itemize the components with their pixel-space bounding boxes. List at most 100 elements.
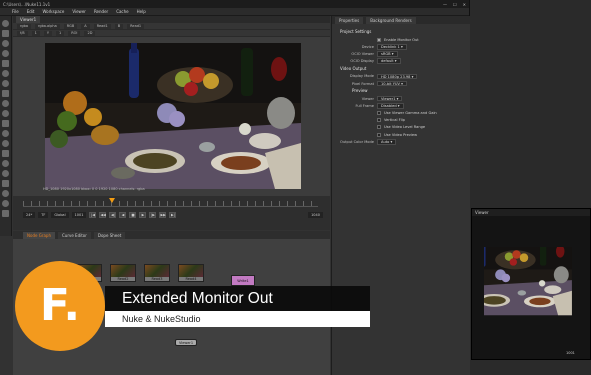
end-frame-field[interactable]: 1040: [308, 211, 323, 218]
property-dropdown[interactable]: 10-bit YUV ▾: [377, 80, 407, 87]
tab-curve-editor[interactable]: Curve Editor: [57, 231, 91, 239]
draw-tool-icon[interactable]: [2, 30, 9, 37]
playhead-marker[interactable]: [109, 198, 115, 203]
read-node-4[interactable]: Read4: [178, 264, 204, 282]
properties-row: OCIO Display default ▾: [338, 58, 466, 65]
filter-tool-icon[interactable]: [2, 70, 9, 77]
next-keyframe-button[interactable]: ▶▶: [159, 211, 167, 218]
minimize-button[interactable]: —: [443, 2, 447, 7]
write-node[interactable]: Write1: [231, 275, 255, 286]
property-checkbox-label: Use Video Preview: [384, 132, 418, 137]
fps-field[interactable]: 24*: [23, 211, 36, 218]
menu-viewer[interactable]: Viewer: [72, 9, 86, 14]
menu-cache[interactable]: Cache: [116, 9, 128, 14]
current-frame-field[interactable]: 1001: [71, 211, 87, 218]
input-a-dropdown[interactable]: Read1: [93, 23, 111, 29]
properties-row: Output Color Mode Auto ▾: [338, 138, 466, 145]
channel-tool-icon[interactable]: [2, 50, 9, 57]
image-tool-icon[interactable]: [2, 20, 9, 27]
property-dropdown[interactable]: HD 1080p 23.98 ▾: [377, 73, 418, 80]
gamma-label: Y: [43, 30, 53, 36]
property-checkbox[interactable]: [377, 132, 381, 137]
toolsets-tool-icon[interactable]: [2, 160, 9, 167]
menu-render[interactable]: Render: [94, 9, 108, 14]
properties-row: Device Decklink 1 ▾: [338, 43, 466, 50]
furnace-tool-icon[interactable]: [2, 180, 9, 187]
property-dropdown[interactable]: Disabled ▾: [377, 103, 404, 109]
timeline-bar: 24* TF Global 1001 |◀ ◀◀ ◀| ◀ ■ ▶ |▶ ▶▶ …: [13, 196, 330, 230]
properties-row: Full Frame Disabled ▾: [338, 102, 466, 109]
particles-tool-icon[interactable]: [2, 140, 9, 147]
view-mode-dropdown[interactable]: 2D: [84, 30, 96, 36]
read-node-label: Read3: [151, 277, 163, 281]
step-forward-button[interactable]: |▶: [149, 211, 157, 218]
stop-button[interactable]: ■: [129, 211, 137, 218]
property-checkbox-label: Vertical Flip: [384, 118, 405, 123]
title-bar: C:\Users\...\Nuke11.1v1 — ☐ ✕: [0, 0, 469, 8]
gain-value[interactable]: 1: [31, 30, 40, 36]
tab-viewer1[interactable]: Viewer1: [16, 16, 41, 23]
play-backward-button[interactable]: ◀: [119, 211, 127, 218]
tab-properties[interactable]: Properties: [335, 16, 364, 24]
range-dropdown[interactable]: Global: [51, 211, 69, 218]
tab-node-graph[interactable]: Node Graph: [23, 231, 55, 239]
property-checkbox-label: Enable Monitor Out: [384, 37, 419, 42]
property-label: OCIO Viewer: [351, 51, 374, 56]
property-checkbox[interactable]: [377, 125, 381, 130]
playback-controls: 24* TF Global 1001 |◀ ◀◀ ◀| ◀ ■ ▶ |▶ ▶▶ …: [23, 211, 323, 218]
read-node-2[interactable]: Read2: [110, 264, 136, 282]
other-tool-icon[interactable]: [2, 170, 9, 177]
step-back-button[interactable]: ◀|: [109, 211, 117, 218]
app-title: C:\Users\...\Nuke11.1v1: [3, 1, 51, 7]
lower-third-subtitle: Nuke & NukeStudio: [122, 314, 201, 324]
property-label: Viewer: [361, 96, 374, 101]
property-dropdown[interactable]: sRGB ▾: [377, 51, 398, 57]
viewer-panel: Viewer1 rgba rgba.alpha RGB A Read1 B Re…: [13, 16, 330, 216]
transform-tool-icon[interactable]: [2, 100, 9, 107]
menu-workspace[interactable]: Workspace: [42, 9, 64, 14]
first-frame-button[interactable]: |◀: [89, 211, 97, 218]
property-checkbox[interactable]: [377, 111, 381, 116]
viewer-canvas[interactable]: HD_1080 1920x1080 bbox: 0 0 1920 1080 ch…: [13, 37, 330, 202]
menu-file[interactable]: File: [12, 9, 19, 14]
property-dropdown[interactable]: Decklink 1 ▾: [377, 44, 407, 50]
read-node-3[interactable]: Read3: [144, 264, 170, 282]
keyer-tool-icon[interactable]: [2, 80, 9, 87]
channel-alpha-dropdown[interactable]: rgba.alpha: [34, 23, 60, 29]
gain-field[interactable]: f/8: [17, 30, 28, 36]
property-dropdown[interactable]: Viewer1 ▾: [377, 95, 403, 102]
timeline-ruler[interactable]: [23, 201, 318, 207]
last-frame-button[interactable]: ▶|: [169, 211, 177, 218]
maximize-button[interactable]: ☐: [453, 2, 457, 7]
close-button[interactable]: ✕: [463, 2, 466, 7]
settings-tool-icon[interactable]: [2, 210, 9, 217]
viewer-node[interactable]: Viewer1: [175, 339, 197, 346]
menu-edit[interactable]: Edit: [27, 9, 35, 14]
gizmo-tool-icon[interactable]: [2, 200, 9, 207]
property-checkbox[interactable]: [377, 37, 381, 42]
input-b-dropdown[interactable]: Read1: [127, 23, 145, 29]
3d-tool-icon[interactable]: [2, 110, 9, 117]
time-tool-icon[interactable]: [2, 40, 9, 47]
tab-background-renders[interactable]: Background Renders: [366, 16, 416, 24]
roi-button[interactable]: ROI: [68, 30, 81, 36]
metadata-tool-icon[interactable]: [2, 130, 9, 137]
smartvector-tool-icon[interactable]: [2, 190, 9, 197]
tab-dope-sheet[interactable]: Dope Sheet: [93, 231, 126, 239]
gamma-value[interactable]: 1: [56, 30, 65, 36]
channels-dropdown[interactable]: rgba: [17, 23, 31, 29]
property-dropdown[interactable]: Auto ▾: [377, 139, 397, 145]
property-checkbox[interactable]: [377, 118, 381, 123]
properties-row: Enable Monitor Out: [338, 36, 466, 43]
prev-keyframe-button[interactable]: ◀◀: [99, 211, 107, 218]
play-forward-button[interactable]: ▶: [139, 211, 147, 218]
color-tool-icon[interactable]: [2, 60, 9, 67]
properties-section-title: Preview: [352, 88, 368, 94]
deep-tool-icon[interactable]: [2, 150, 9, 157]
merge-tool-icon[interactable]: [2, 90, 9, 97]
property-dropdown[interactable]: default ▾: [377, 58, 401, 64]
menu-help[interactable]: Help: [137, 9, 146, 14]
display-mode-dropdown[interactable]: RGB: [63, 23, 78, 29]
properties-row: Vertical Flip: [338, 117, 466, 124]
views-tool-icon[interactable]: [2, 120, 9, 127]
